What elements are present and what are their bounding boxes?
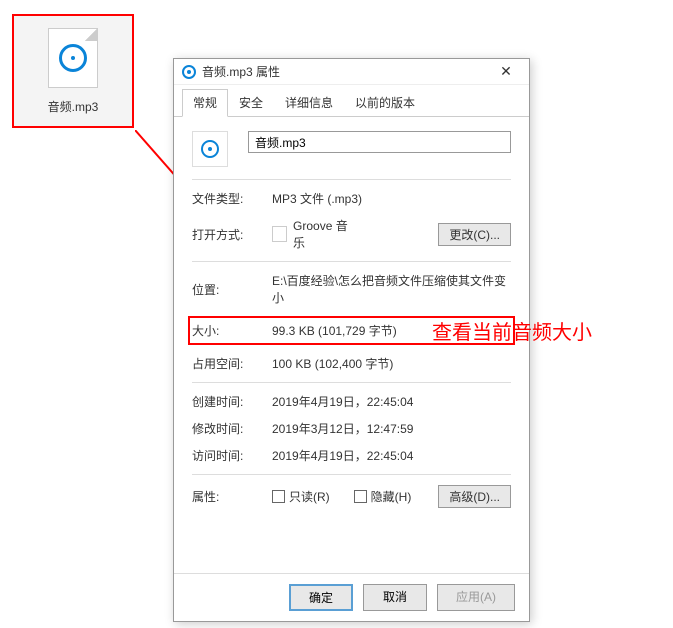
hidden-checkbox[interactable] [354,490,367,503]
tab-security[interactable]: 安全 [228,89,274,116]
audio-disc-icon [59,44,87,72]
readonly-checkbox[interactable] [272,490,285,503]
apply-button[interactable]: 应用(A) [437,584,515,611]
change-button[interactable]: 更改(C)... [438,223,511,246]
filetype-label: 文件类型: [192,190,272,207]
groove-music-icon [272,226,287,242]
dialog-body: 文件类型: MP3 文件 (.mp3) 打开方式: Groove 音乐 更改(C… [174,117,529,573]
annotation-text: 查看当前音频大小 [432,316,592,345]
ok-button[interactable]: 确定 [289,584,353,611]
tab-details[interactable]: 详细信息 [274,89,344,116]
location-label: 位置: [192,281,272,298]
sizedisk-label: 占用空间: [192,355,272,372]
created-value: 2019年4月19日，22:45:04 [272,393,511,410]
created-label: 创建时间: [192,393,272,410]
modified-label: 修改时间: [192,420,272,437]
filename-input[interactable] [248,131,511,153]
audio-icon [182,65,196,79]
dialog-title: 音频.mp3 属性 [202,63,491,80]
attributes-label: 属性: [192,488,272,505]
openwith-label: 打开方式: [192,226,272,243]
file-icon-selected[interactable]: 音频.mp3 [12,14,134,128]
tab-previous-versions[interactable]: 以前的版本 [344,89,426,116]
openwith-value: Groove 音乐 [293,217,355,251]
readonly-label: 只读(R) [289,488,330,505]
file-thumbnail [48,28,98,88]
tabstrip: 常规 安全 详细信息 以前的版本 [174,85,529,117]
advanced-button[interactable]: 高级(D)... [438,485,511,508]
cancel-button[interactable]: 取消 [363,584,427,611]
location-value: E:\百度经验\怎么把音频文件压缩使其文件变小 [272,272,511,306]
audio-disc-icon [201,140,219,158]
size-label: 大小: [192,322,272,339]
sizedisk-value: 100 KB (102,400 字节) [272,355,511,372]
titlebar: 音频.mp3 属性 ✕ [174,59,529,85]
filetype-value: MP3 文件 (.mp3) [272,190,511,207]
close-button[interactable]: ✕ [491,63,521,80]
accessed-label: 访问时间: [192,447,272,464]
file-type-icon [192,131,228,167]
tab-general[interactable]: 常规 [182,89,228,117]
dialog-buttons: 确定 取消 应用(A) [174,573,529,621]
accessed-value: 2019年4月19日，22:45:04 [272,447,511,464]
modified-value: 2019年3月12日，12:47:59 [272,420,511,437]
file-name-label: 音频.mp3 [48,98,99,115]
hidden-label: 隐藏(H) [371,488,412,505]
